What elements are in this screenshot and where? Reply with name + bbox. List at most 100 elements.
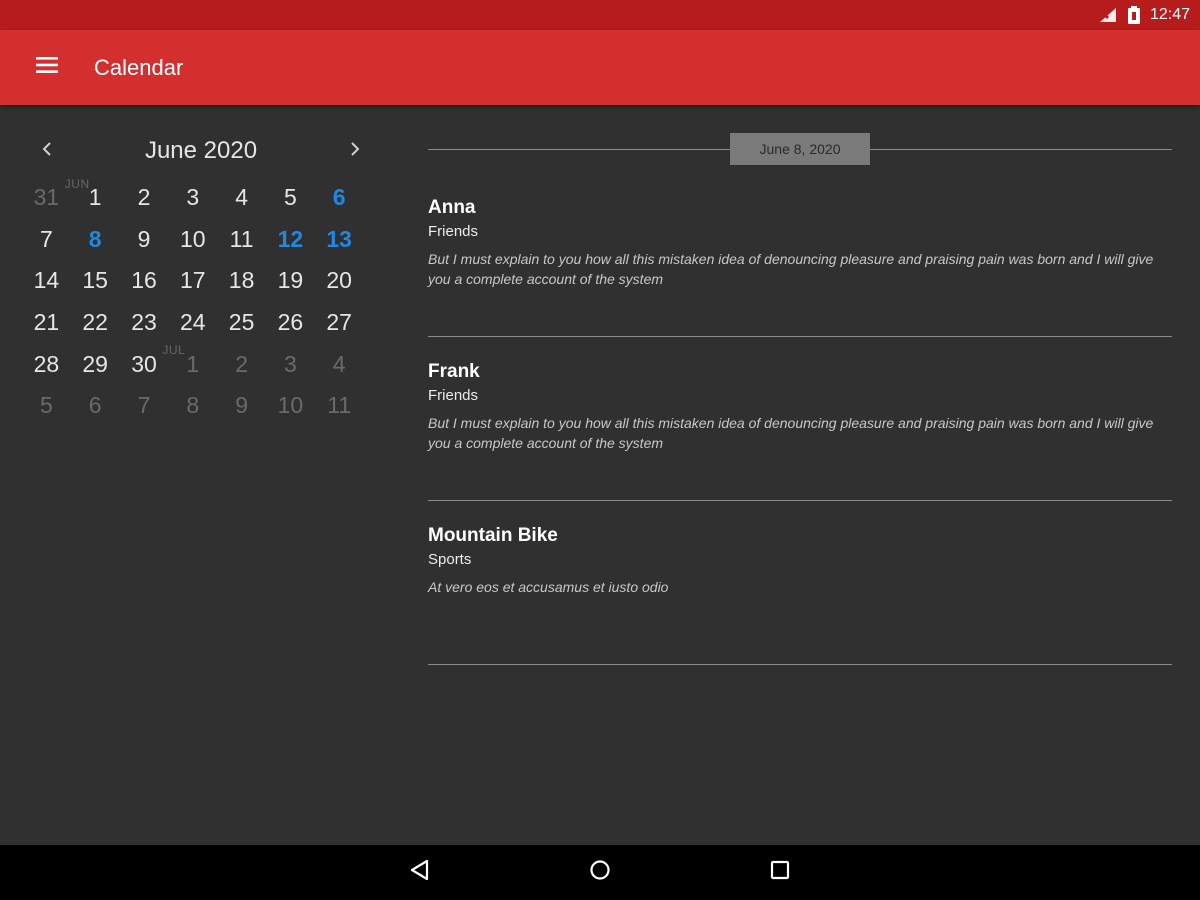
app-title: Calendar — [94, 54, 184, 80]
calendar-day[interactable]: 5 — [22, 385, 71, 427]
day-number: 12 — [277, 225, 304, 252]
date-chip: June 8, 2020 — [730, 133, 870, 165]
calendar-day[interactable]: 6 — [71, 385, 120, 427]
home-icon — [589, 859, 611, 886]
day-number: 3 — [283, 350, 297, 377]
day-number: 3 — [186, 184, 200, 211]
day-number: 11 — [229, 225, 254, 252]
day-number: 21 — [33, 309, 60, 336]
month-tag: JUL — [162, 343, 186, 358]
home-button[interactable] — [580, 853, 620, 893]
date-separator: June 8, 2020 — [428, 125, 1172, 173]
day-number: 15 — [82, 267, 108, 294]
day-number: 1 — [186, 350, 200, 377]
calendar-day[interactable]: 27 — [315, 302, 364, 344]
day-number: 6 — [88, 392, 102, 419]
calendar-day[interactable]: 9 — [120, 219, 169, 261]
day-number: 30 — [131, 350, 157, 377]
event-title: Anna — [428, 197, 476, 218]
day-number: 26 — [277, 309, 304, 336]
calendar-day[interactable]: 11 — [217, 219, 266, 261]
calendar-day[interactable]: 5 — [266, 177, 315, 219]
day-number: 16 — [131, 267, 157, 294]
calendar-day-with-event[interactable]: 6 — [315, 177, 364, 219]
calendar-day[interactable]: 10 — [168, 219, 217, 261]
calendar-day[interactable]: 4 — [217, 177, 266, 219]
calendar-day[interactable]: 15 — [71, 260, 120, 302]
calendar-month-label: June 2020 — [144, 137, 258, 164]
event-category: Friends — [428, 223, 479, 240]
calendar-day[interactable]: 29 — [71, 343, 120, 385]
event-title: Mountain Bike — [428, 525, 558, 546]
day-number: 20 — [326, 267, 352, 294]
calendar-day[interactable]: 2 — [120, 177, 169, 219]
event-title: Frank — [428, 361, 480, 382]
calendar-day-with-event[interactable]: 13 — [315, 219, 364, 261]
day-number: 13 — [326, 225, 352, 252]
day-number: 8 — [88, 225, 102, 252]
calendar-day[interactable]: 23 — [120, 302, 169, 344]
menu-button[interactable] — [0, 30, 94, 105]
calendar-day[interactable]: JUN 1 — [65, 177, 120, 219]
next-month-button[interactable] — [340, 136, 370, 166]
day-number: 24 — [179, 309, 206, 336]
calendar-day[interactable]: 25 — [217, 302, 266, 344]
calendar-day[interactable]: 3 — [168, 177, 217, 219]
calendar-day[interactable]: 3 — [266, 343, 315, 385]
day-number: 28 — [33, 350, 60, 377]
recents-icon — [769, 859, 791, 886]
signal-icon — [1098, 6, 1118, 24]
recents-button[interactable] — [760, 853, 800, 893]
back-icon — [409, 859, 431, 886]
event-item[interactable]: Frank Friends But I must explain to you … — [428, 337, 1172, 501]
calendar-day[interactable]: 24 — [168, 302, 217, 344]
calendar-day[interactable]: JUL 1 — [162, 343, 217, 385]
day-number: 5 — [40, 392, 53, 419]
event-description: But I must explain to you how all this m… — [428, 251, 1154, 287]
calendar-day[interactable]: 10 — [266, 385, 315, 427]
calendar-day[interactable]: 31 — [22, 177, 71, 219]
event-item[interactable]: Mountain Bike Sports At vero eos et accu… — [428, 501, 1172, 665]
day-number: 9 — [137, 225, 151, 252]
day-number: 19 — [277, 267, 304, 294]
calendar-day[interactable]: 7 — [22, 219, 71, 261]
calendar-day[interactable]: 19 — [266, 260, 315, 302]
day-number: 6 — [332, 184, 346, 211]
app-bar: Calendar — [0, 30, 1200, 105]
calendar-day[interactable]: 2 — [217, 343, 266, 385]
event-item[interactable]: Anna Friends But I must explain to you h… — [428, 173, 1172, 337]
calendar-day-with-event[interactable]: 12 — [266, 219, 315, 261]
event-category: Sports — [428, 551, 472, 568]
calendar-day[interactable]: 16 — [120, 260, 169, 302]
day-number: 23 — [131, 309, 157, 336]
calendar-day[interactable]: 4 — [315, 343, 364, 385]
calendar-day[interactable]: 17 — [168, 260, 217, 302]
calendar-day[interactable]: 22 — [71, 302, 120, 344]
calendar-day[interactable]: 26 — [266, 302, 315, 344]
calendar-day[interactable]: 9 — [217, 385, 266, 427]
day-number: 22 — [82, 309, 108, 336]
day-number: 11 — [327, 392, 352, 419]
status-clock: 12:47 — [1149, 6, 1190, 23]
calendar-day[interactable]: 11 — [315, 385, 364, 427]
calendar-day-with-event[interactable]: 8 — [71, 219, 120, 261]
day-number: 14 — [33, 267, 60, 294]
calendar-day[interactable]: 18 — [217, 260, 266, 302]
calendar-day[interactable]: 7 — [120, 385, 169, 427]
calendar-day[interactable]: 14 — [22, 260, 71, 302]
calendar-day[interactable]: 20 — [315, 260, 364, 302]
calendar-day[interactable]: 28 — [22, 343, 71, 385]
calendar-day[interactable]: 8 — [168, 385, 217, 427]
system-nav-bar — [0, 845, 1200, 900]
calendar-day[interactable]: 21 — [22, 302, 71, 344]
day-number: 5 — [283, 184, 297, 211]
calendar-header: June 2020 — [22, 125, 380, 177]
prev-month-button[interactable] — [32, 136, 62, 166]
back-button[interactable] — [400, 853, 440, 893]
status-bar: 12:47 — [0, 0, 1200, 30]
calendar-day[interactable]: 30 — [120, 343, 169, 385]
day-number: 31 — [33, 184, 60, 211]
day-number: 27 — [326, 309, 352, 336]
day-number: 10 — [277, 392, 304, 419]
day-number: 25 — [228, 309, 255, 336]
